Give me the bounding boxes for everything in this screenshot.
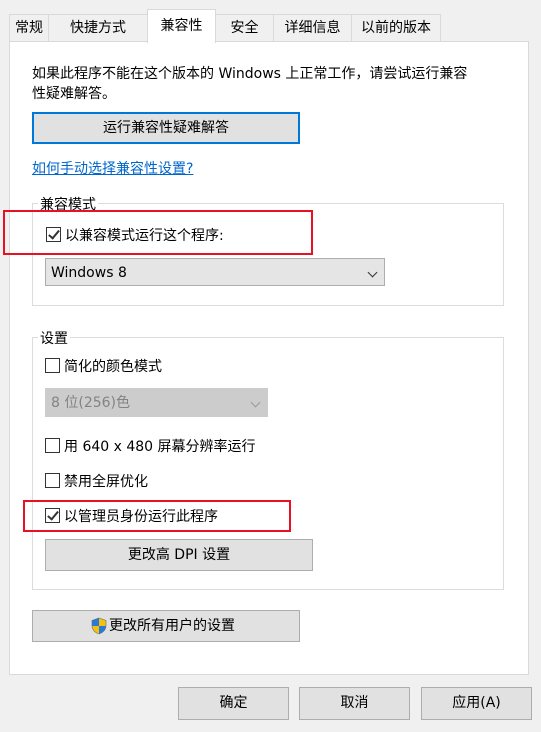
ok-button[interactable]: 确定 [178, 687, 289, 720]
resolution-checkbox[interactable] [45, 438, 60, 453]
run-troubleshooter-button[interactable]: 运行兼容性疑难解答 [32, 112, 300, 144]
change-all-users-label: 更改所有用户的设置 [109, 618, 235, 634]
apply-button[interactable]: 应用(A) [421, 687, 532, 720]
chevron-down-icon [250, 397, 261, 408]
change-high-dpi-button[interactable]: 更改高 DPI 设置 [45, 539, 313, 571]
tab-previous-versions[interactable]: 以前的版本 [351, 14, 441, 42]
reduced-color-label: 简化的颜色模式 [64, 359, 162, 375]
chevron-down-icon [367, 267, 378, 278]
color-depth-value: 8 位(256)色 [51, 395, 131, 411]
change-all-users-button[interactable]: 更改所有用户的设置 [32, 610, 300, 642]
tab-compatibility[interactable]: 兼容性 [147, 9, 216, 43]
intro-text-line2: 性疑难解答。 [32, 86, 116, 102]
fullscreen-optimization-checkbox[interactable] [45, 473, 60, 488]
tab-shortcut[interactable]: 快捷方式 [48, 14, 148, 42]
intro-text-line1: 如果此程序不能在这个版本的 Windows 上正常工作，请尝试运行兼容 [32, 66, 468, 82]
uac-shield-icon [91, 617, 107, 635]
highlight-box-admin [23, 500, 291, 532]
settings-legend: 设置 [38, 328, 70, 348]
reduced-color-checkbox[interactable] [45, 358, 60, 373]
manual-compat-settings-link[interactable]: 如何手动选择兼容性设置? [32, 158, 193, 178]
resolution-label: 用 640 x 480 屏幕分辨率运行 [64, 439, 256, 455]
fullscreen-optimization-label: 禁用全屏优化 [64, 474, 148, 490]
color-depth-select[interactable]: 8 位(256)色 [45, 388, 268, 417]
highlight-box-compat [3, 210, 313, 255]
tab-general[interactable]: 常规 [9, 14, 49, 42]
tab-security[interactable]: 安全 [215, 14, 274, 42]
os-version-value: Windows 8 [51, 265, 127, 281]
cancel-button[interactable]: 取消 [299, 687, 410, 720]
tab-details[interactable]: 详细信息 [273, 14, 352, 42]
os-version-select[interactable]: Windows 8 [45, 258, 385, 286]
